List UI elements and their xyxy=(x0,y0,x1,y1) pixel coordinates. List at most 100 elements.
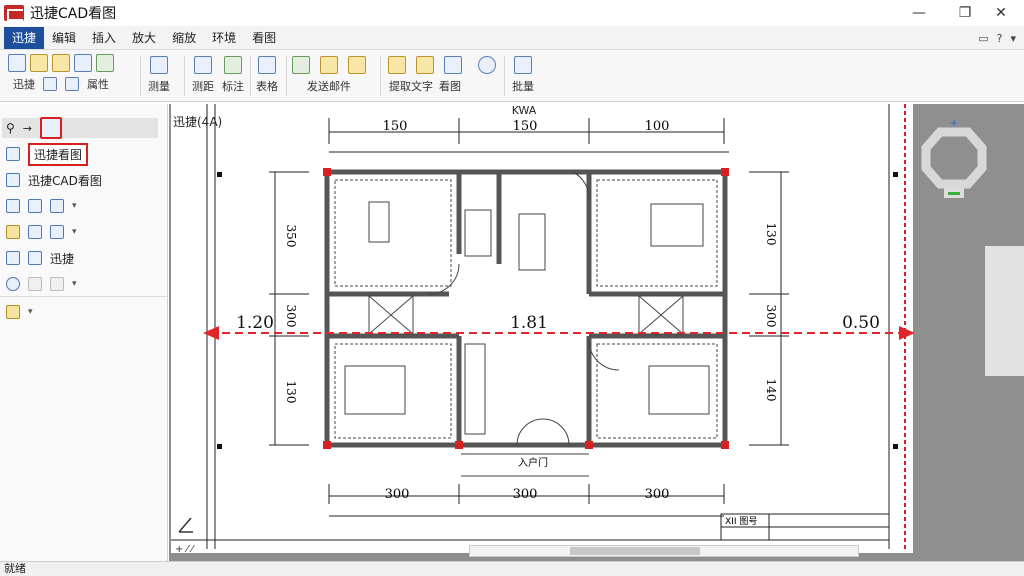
tool-row-selection: ⚲ → xyxy=(2,117,158,139)
ribbon-label-extract-text: 提取文字 xyxy=(389,80,433,93)
vertical-scrollbar xyxy=(985,246,1024,376)
folder-icon xyxy=(52,54,70,72)
ribbon-label-batch: 批量 xyxy=(512,80,534,93)
ribbon-xunjie-button[interactable]: 迅捷 属性 xyxy=(8,54,114,92)
ribbon-toolbar: 迅捷 属性 测量 测距 标注 表格 发送邮件 提取文字 看图 批量 xyxy=(0,50,1024,102)
grid-icon xyxy=(65,77,79,91)
drawing-title: 迅捷(4A) xyxy=(173,115,222,129)
zoom-extent-icon xyxy=(6,147,20,161)
pencil-icon xyxy=(74,54,92,72)
tool-row-icons-2: ▾ xyxy=(6,222,77,242)
layer-icon[interactable] xyxy=(6,225,20,239)
svg-text:+: + xyxy=(950,118,958,129)
bottom-dim-1: 300 xyxy=(385,487,410,502)
minimize-button[interactable]: — xyxy=(896,0,942,26)
resize-icon xyxy=(96,54,114,72)
status-bar: 就绪 xyxy=(0,561,1024,576)
tab-xunjie[interactable]: 迅捷 xyxy=(4,26,45,49)
zoom-window-icon[interactable] xyxy=(40,117,63,139)
email-icon xyxy=(292,56,310,74)
left-tool-panel: ⚲ → 迅捷看图 迅捷CAD看图 ▾ ▾ 迅捷 ▾ ▾ xyxy=(0,104,168,561)
left-item-label-1: 迅捷CAD看图 xyxy=(28,173,102,188)
horizontal-scrollbar[interactable] xyxy=(469,545,859,557)
batch-icon xyxy=(514,56,532,74)
ribbon-toggle-icon[interactable]: ▭ xyxy=(978,32,988,45)
coords-marker: + ⁄ ⁄ xyxy=(175,544,195,555)
top-dim-2: 150 xyxy=(513,119,538,134)
tool-row-icons-1: ▾ xyxy=(6,196,77,216)
right-dim-2: 300 xyxy=(764,305,778,328)
tool-row-icons-3: ▾ xyxy=(6,274,77,294)
draw-arrow-icon xyxy=(28,251,42,265)
extract-text-button[interactable]: 提取文字 看图 xyxy=(388,56,462,94)
pin-icon[interactable] xyxy=(50,225,64,239)
dotted-grid-icon[interactable] xyxy=(50,277,64,291)
draw-line-icon xyxy=(6,251,20,265)
search-icon[interactable] xyxy=(6,277,20,291)
ribbon-separator xyxy=(184,56,185,96)
chevron-down-icon[interactable]: ▾ xyxy=(72,279,77,289)
drawing-top-label: KWA xyxy=(512,104,537,117)
dotted-line-icon[interactable] xyxy=(28,277,42,291)
tool-row-layers[interactable]: ▾ xyxy=(6,302,33,322)
ribbon-label-view: 看图 xyxy=(439,80,461,93)
chevron-down-icon[interactable]: ▾ xyxy=(72,227,77,237)
door-label: 入户门 xyxy=(518,456,548,469)
document-icon xyxy=(320,56,338,74)
horizontal-scroll-thumb[interactable] xyxy=(570,547,700,555)
search-button[interactable] xyxy=(478,56,496,74)
arrow-right-icon: → xyxy=(22,121,33,135)
tool-row-cad-view[interactable]: 迅捷CAD看图 xyxy=(6,170,102,190)
batch-button[interactable]: 批量 xyxy=(512,56,534,94)
save-icon[interactable] xyxy=(28,199,42,213)
refresh-icon xyxy=(43,77,57,91)
right-dim-3: 140 xyxy=(764,379,778,402)
zoom-icon[interactable]: ⚲ xyxy=(6,121,15,135)
tab-insert[interactable]: 插入 xyxy=(84,27,124,49)
extract-icon xyxy=(388,56,406,74)
table-button[interactable]: 表格 xyxy=(256,56,278,94)
top-dim-3: 100 xyxy=(645,119,670,134)
tab-edit[interactable]: 编辑 xyxy=(44,27,84,49)
drawing-canvas[interactable]: + 迅捷(4A) KWA 150 150 100 350 300 130 130… xyxy=(169,104,1024,561)
chevron-down-icon[interactable]: ▾ xyxy=(72,201,77,211)
text-icon xyxy=(416,56,434,74)
bottom-dim-3: 300 xyxy=(645,487,670,502)
app-logo-icon xyxy=(4,5,24,21)
distance-icon xyxy=(194,56,212,74)
chevron-down-icon[interactable]: ▾ xyxy=(1010,32,1016,45)
title-bar: 迅捷CAD看图 — ❐ ✕ xyxy=(0,0,1024,26)
left-item-label-0: 迅捷看图 xyxy=(28,142,89,166)
ribbon-label-table: 表格 xyxy=(256,80,278,93)
chevron-down-icon[interactable]: ▾ xyxy=(28,307,33,317)
move-icon[interactable] xyxy=(6,199,20,213)
ribbon-label-distance: 测距 xyxy=(192,80,214,93)
title-block-text: XII 图号 xyxy=(725,516,757,527)
send-email-button[interactable]: 发送邮件 xyxy=(292,56,366,94)
layers-icon xyxy=(6,305,20,319)
tab-view[interactable]: 看图 xyxy=(244,27,284,49)
left-dim-3: 130 xyxy=(284,381,298,404)
measure-button[interactable]: 测量 xyxy=(148,56,170,94)
ribbon-separator xyxy=(380,56,381,96)
tab-environment[interactable]: 环境 xyxy=(204,27,244,49)
page-icon xyxy=(444,56,462,74)
file-icon[interactable] xyxy=(28,225,42,239)
left-dim-2: 300 xyxy=(284,305,298,328)
help-icon[interactable]: ? xyxy=(997,32,1003,45)
search-icon xyxy=(478,56,496,74)
left-dim-1: 350 xyxy=(284,225,298,248)
dimension-icon xyxy=(224,56,242,74)
display-icon[interactable] xyxy=(50,199,64,213)
tab-zoom[interactable]: 缩放 xyxy=(164,27,204,49)
close-button[interactable]: ✕ xyxy=(978,0,1024,26)
dimension-button[interactable]: 标注 xyxy=(222,56,244,94)
ribbon-separator xyxy=(250,56,251,96)
measurement-center-value: 1.81 xyxy=(510,313,548,333)
measurement-left-value: 1.20 xyxy=(236,313,274,333)
tab-zoom-in[interactable]: 放大 xyxy=(124,27,164,49)
tool-row-draw[interactable]: 迅捷 xyxy=(6,248,74,268)
tool-row-xunjie-view[interactable]: 迅捷看图 xyxy=(6,142,89,166)
menu-right-icons: ▭ ? ▾ xyxy=(978,26,1016,50)
distance-button[interactable]: 测距 xyxy=(192,56,214,94)
